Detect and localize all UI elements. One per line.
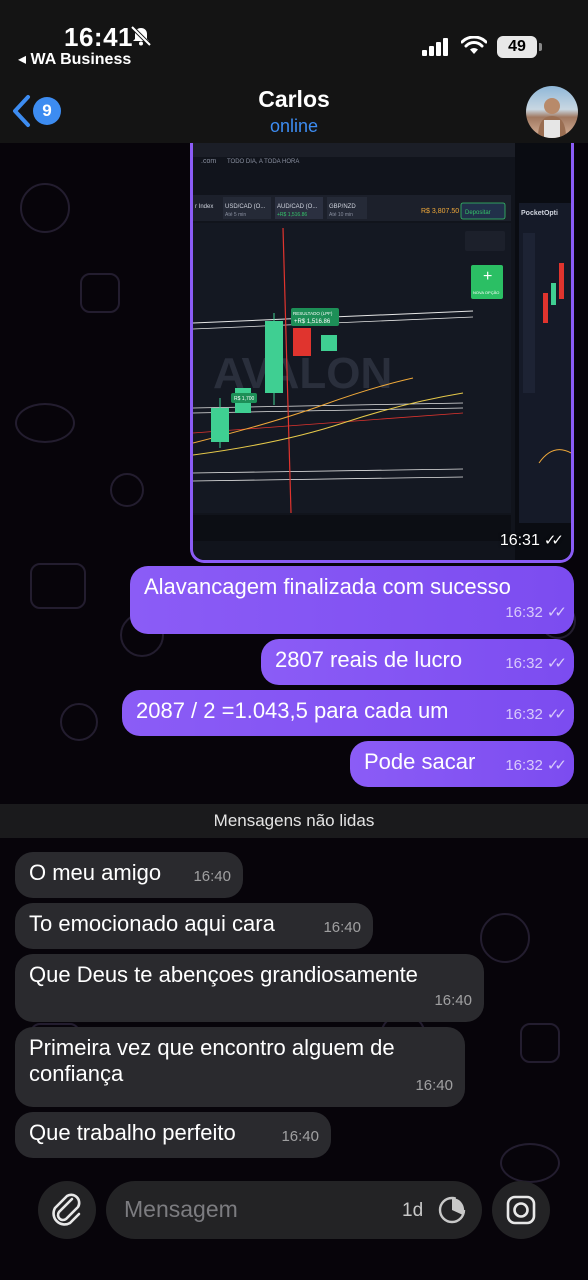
wallpaper-doodle — [80, 273, 120, 313]
svg-text:GBP/NZD: GBP/NZD — [329, 204, 356, 210]
back-to-app-link[interactable]: ◂ WA Business — [18, 49, 131, 69]
read-receipt-icon: ✓✓ — [546, 757, 567, 774]
contact-status: online — [269, 116, 319, 136]
read-receipt-icon: ✓✓ — [543, 532, 564, 549]
incoming-message[interactable]: To emocionado aqui cara 16:40 — [15, 903, 373, 949]
wallpaper-doodle — [15, 403, 75, 443]
camera-icon — [506, 1195, 536, 1225]
svg-text:Depositar: Depositar — [465, 210, 491, 216]
battery-tip — [539, 43, 542, 51]
wallpaper-doodle — [110, 473, 144, 507]
outgoing-message[interactable]: 2087 / 2 =1.043,5 para cada um 16:32 ✓✓ — [122, 690, 574, 736]
message-meta: 16:32 ✓✓ — [505, 753, 567, 779]
incoming-message[interactable]: Que trabalho perfeito 16:40 — [15, 1112, 331, 1158]
svg-text:PocketOpti: PocketOpti — [521, 210, 558, 217]
disappearing-timer-icon[interactable] — [437, 1195, 467, 1225]
message-time: 16:40 — [193, 868, 231, 885]
svg-text:Até 5 min: Até 5 min — [225, 212, 246, 218]
svg-text:R$ 3,807.50: R$ 3,807.50 — [421, 208, 459, 215]
disappearing-timer-label[interactable]: 1d — [402, 1200, 423, 1222]
wallpaper-doodle — [30, 563, 86, 609]
message-time: 16:40 — [415, 1077, 453, 1094]
bell-muted-icon — [130, 25, 152, 47]
wallpaper-doodle — [480, 913, 530, 963]
svg-text:USD/CAD (O...: USD/CAD (O... — [225, 204, 266, 210]
read-receipt-icon: ✓✓ — [546, 655, 567, 672]
svg-text:TODO DIA, A TODA HORA: TODO DIA, A TODA HORA — [227, 159, 299, 165]
image-message[interactable]: .com TODO DIA, A TODA HORA USD/CAD (O...… — [190, 143, 574, 563]
paperclip-icon — [52, 1193, 81, 1226]
outgoing-message[interactable]: 2807 reais de lucro 16:32 ✓✓ — [261, 639, 574, 685]
svg-text:AUD/CAD (O...: AUD/CAD (O... — [277, 204, 318, 210]
avatar[interactable] — [526, 86, 578, 138]
chat-header: 16:41 ◂ WA Business 49 9 Carlos online — [0, 0, 588, 143]
svg-text:R$ 1,700: R$ 1,700 — [234, 396, 255, 402]
outgoing-message[interactable]: Pode sacar 16:32 ✓✓ — [350, 741, 574, 787]
avatar-photo — [538, 98, 566, 138]
outgoing-message[interactable]: Alavancagem finalizada com sucesso 16:32… — [130, 566, 574, 634]
message-time: 16:40 — [281, 1128, 319, 1145]
wifi-icon — [461, 36, 487, 54]
message-time: 16:40 — [434, 992, 472, 1009]
battery-indicator: 49 — [497, 36, 537, 58]
svg-text:+R$ 1,516.86: +R$ 1,516.86 — [277, 212, 307, 218]
message-text: 2087 / 2 =1.043,5 para cada um — [136, 698, 449, 723]
svg-text:r Index: r Index — [195, 204, 213, 210]
svg-text:+: + — [483, 268, 492, 285]
incoming-message[interactable]: Que Deus te abençoes grandiosamente 16:4… — [15, 954, 484, 1022]
read-receipt-icon: ✓✓ — [546, 604, 567, 621]
incoming-message[interactable]: Primeira vez que encontro alguem de conf… — [15, 1027, 465, 1107]
camera-button[interactable] — [492, 1181, 550, 1239]
wallpaper-doodle — [520, 1023, 560, 1063]
wallpaper-doodle — [60, 703, 98, 741]
svg-text:Até 10 min: Até 10 min — [329, 212, 353, 218]
svg-text:RESULTADO (LPF): RESULTADO (LPF) — [293, 311, 333, 316]
message-timestamp: 16:31 ✓✓ — [499, 532, 564, 549]
incoming-message[interactable]: O meu amigo 16:40 — [15, 852, 243, 898]
contact-name[interactable]: Carlos — [0, 86, 588, 113]
message-meta: 16:32 ✓✓ — [505, 651, 567, 677]
message-text: To emocionado aqui cara — [29, 911, 275, 936]
svg-text:+R$ 1,516.86: +R$ 1,516.86 — [294, 319, 331, 325]
message-input-placeholder: Mensagem — [124, 1196, 238, 1222]
wallpaper-doodle — [20, 183, 70, 233]
message-text: Alavancagem finalizada com sucesso — [144, 574, 511, 599]
message-meta: 16:32 ✓✓ — [505, 600, 567, 626]
svg-text:NOVA OPÇÃO: NOVA OPÇÃO — [473, 290, 499, 295]
message-text: Que trabalho perfeito — [29, 1120, 236, 1145]
message-text: Que Deus te abençoes grandiosamente — [29, 962, 418, 987]
trading-screenshot-image: .com TODO DIA, A TODA HORA USD/CAD (O...… — [193, 143, 571, 560]
attach-button[interactable] — [38, 1181, 96, 1239]
message-time: 16:40 — [323, 919, 361, 936]
unread-messages-divider: Mensagens não lidas — [0, 804, 588, 838]
svg-text:.com: .com — [201, 158, 216, 165]
read-receipt-icon: ✓✓ — [546, 706, 567, 723]
message-meta: 16:32 ✓✓ — [505, 702, 567, 728]
message-text: Primeira vez que encontro alguem de conf… — [29, 1035, 395, 1086]
cellular-signal-icon — [422, 38, 448, 56]
